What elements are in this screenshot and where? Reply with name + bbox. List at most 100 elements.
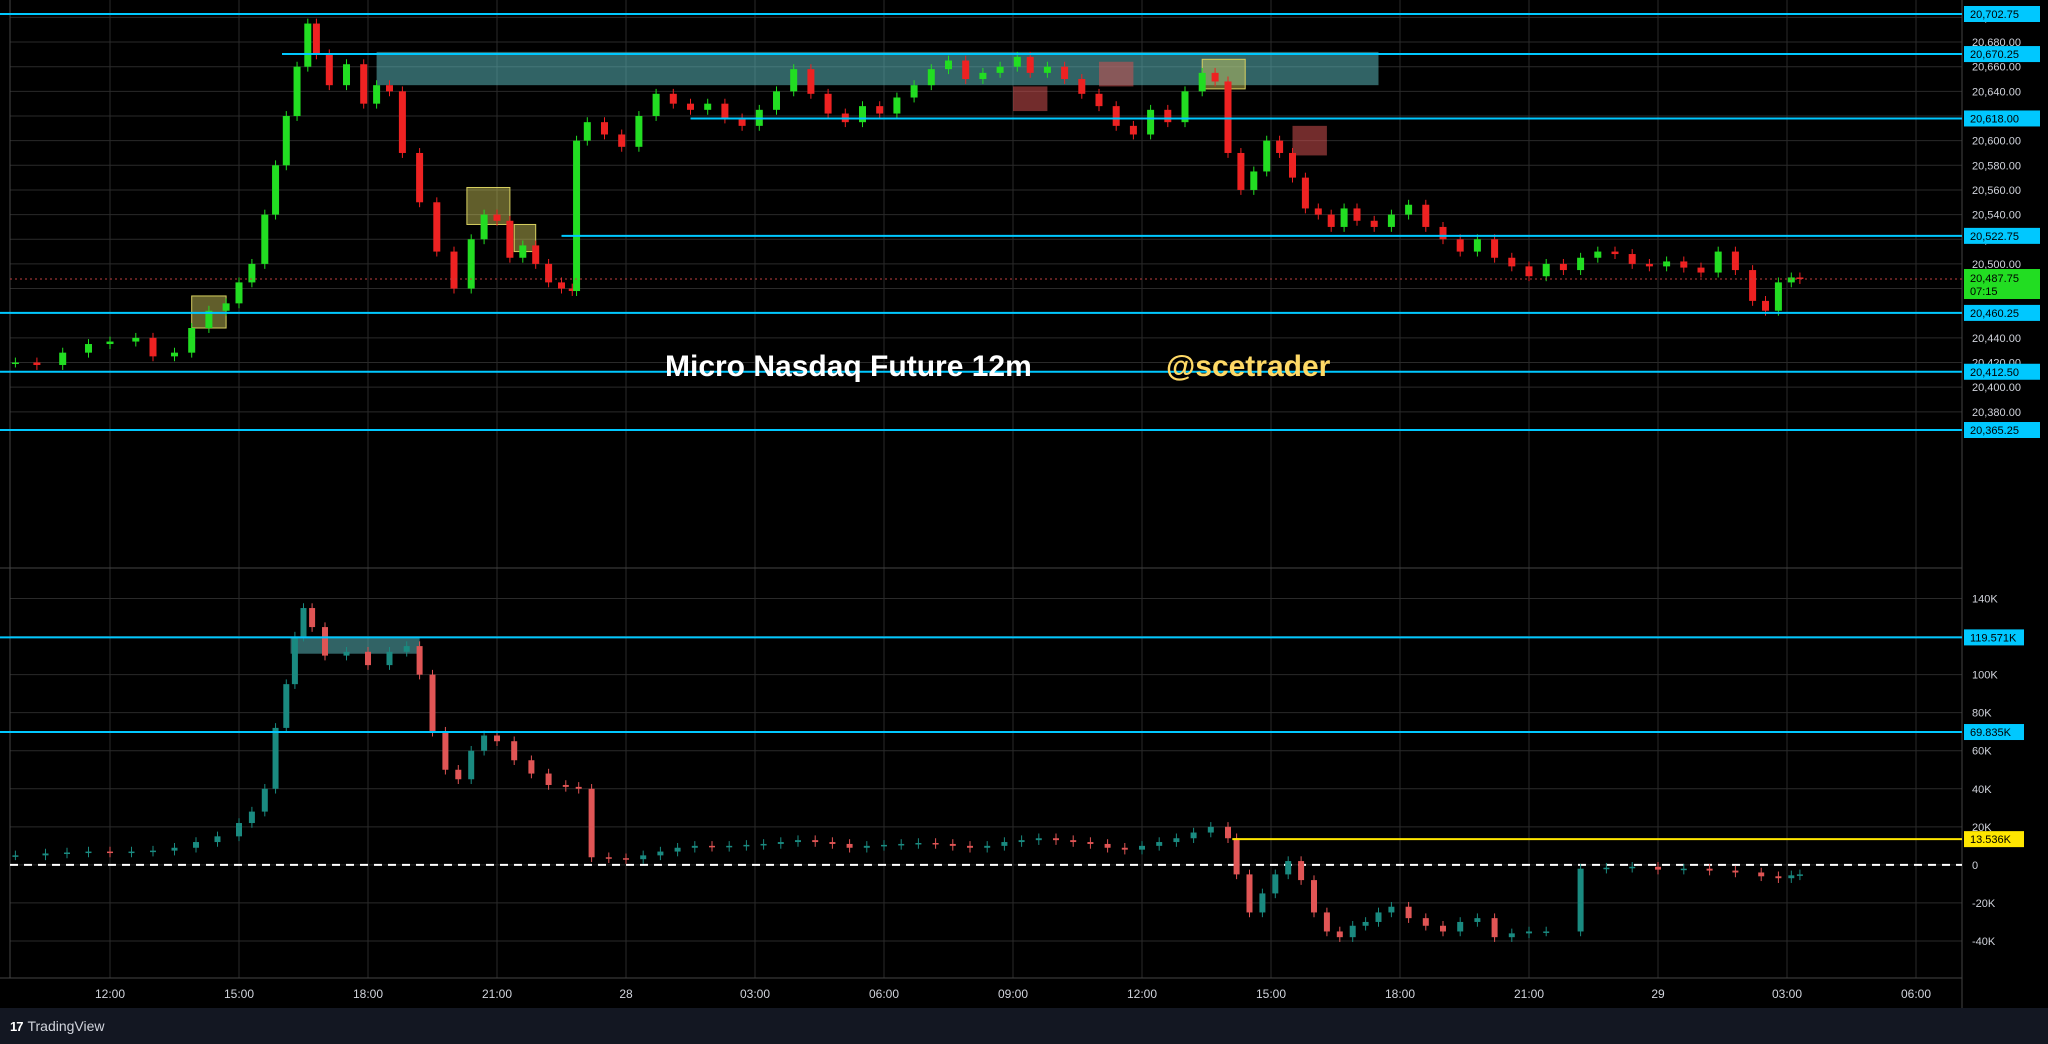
candle [824,93,832,114]
bar-countdown-label: 07:15 [1970,286,1998,298]
volume-candle [283,684,290,728]
volume-candle [150,850,156,853]
volume-candle [760,843,767,846]
candle [433,202,441,252]
candle [1327,214,1335,227]
candle [1147,109,1155,135]
candle [910,85,918,98]
candle [467,239,475,289]
candle [669,93,677,104]
candle [1774,282,1782,311]
candle [1787,277,1795,283]
volume-candle [1422,918,1429,926]
candle [450,251,458,289]
candle [1289,152,1296,178]
volume-candle [1796,874,1803,876]
volume-candle [1121,847,1128,850]
volume-axis-tick-label: 80K [1972,708,1992,720]
candle [1043,66,1051,73]
key-level-label: 20,365.25 [1970,425,2019,437]
volume-candle [1285,861,1292,875]
candle [618,134,626,147]
volume-axis-tick-label: 0 [1972,860,1978,872]
candle [1663,261,1671,267]
volume-candle [214,836,221,843]
candle [1129,125,1137,135]
volume-candle [795,840,801,843]
chart-title: Micro Nasdaq Future 12m [665,350,1032,383]
candle [1422,204,1430,227]
candle [304,23,312,67]
tradingview-logo[interactable]: 17 TradingView [10,1018,105,1034]
candle [312,23,320,55]
volume-level-label: 13.536K [1970,834,2012,846]
volume-candle [1139,845,1145,850]
price-volume-chart[interactable]: 12:00 15:00 18:00 21:00 28 03:00 06:00 09:00 12:… [0,0,2048,1044]
candle [1714,251,1722,273]
tradingview-label: TradingView [27,1018,105,1034]
volume-candle [528,760,535,774]
volume-candle [1457,921,1464,932]
volume-candle [562,784,569,787]
x-axis-tick-label: 12:00 [95,987,125,1001]
candle [1577,257,1585,271]
price-axis-tick-label: 20,560.00 [1972,185,2021,197]
volume-candle [1375,912,1382,922]
volume-candle [1362,921,1369,926]
candle [573,140,581,292]
candle [293,66,301,116]
volume-candle [1405,906,1412,919]
volume-axis-tick-label: 100K [1972,670,1998,682]
volume-candle [1491,918,1498,938]
x-axis-tick-label: 21:00 [1514,987,1544,1001]
candle [493,214,501,221]
candle [235,282,243,304]
volume-axis-tick-label: 140K [1972,594,1998,606]
candle [1314,208,1322,215]
candle [876,106,884,114]
author-handle: @scetrader [1166,350,1331,383]
candle [1250,171,1258,190]
volume-candle [494,735,500,742]
x-axis-tick-label: 28 [619,987,633,1001]
volume-candle [1018,840,1025,843]
candle [416,152,424,203]
candle [704,103,712,110]
candle [962,60,970,80]
x-axis-tick-label: 18:00 [353,987,383,1001]
x-axis-tick-label: 18:00 [1385,987,1415,1001]
volume-axis-tick-label: -20K [1972,898,1996,910]
candle [1594,251,1602,258]
highlight-box-red [1099,61,1134,87]
volume-candle [300,608,307,637]
candle [360,64,368,104]
candle [807,69,815,94]
volume-candle [1298,861,1305,881]
volume-candle [640,855,647,860]
chart-footer [0,1008,2048,1044]
last-price-label: 20,487.75 [1970,273,2019,285]
volume-axis-tick-label: -40K [1972,936,1996,948]
volume-candle [1087,842,1094,844]
highlight-box-yellow [466,186,511,225]
candle [480,214,488,240]
volume-candle [1156,842,1163,846]
volume-candle [812,840,819,843]
volume-candle [1311,880,1317,913]
volume-candle [1104,843,1111,848]
volume-candle [726,845,733,848]
key-level-label: 20,618.00 [1970,113,2019,125]
candle [132,337,140,342]
volume-candle [1190,832,1197,839]
candle [398,91,406,153]
volume-candle [343,651,350,656]
volume-candle [846,843,853,848]
volume-candle [248,811,255,824]
candle [1237,152,1245,190]
volume-candle [416,646,423,675]
volume-candle [309,608,316,628]
highlight-box-yellow [1201,58,1246,90]
key-level-label: 20,670.25 [1970,49,2019,61]
x-axis-tick-label: 03:00 [740,987,770,1001]
volume-candle [575,786,582,789]
